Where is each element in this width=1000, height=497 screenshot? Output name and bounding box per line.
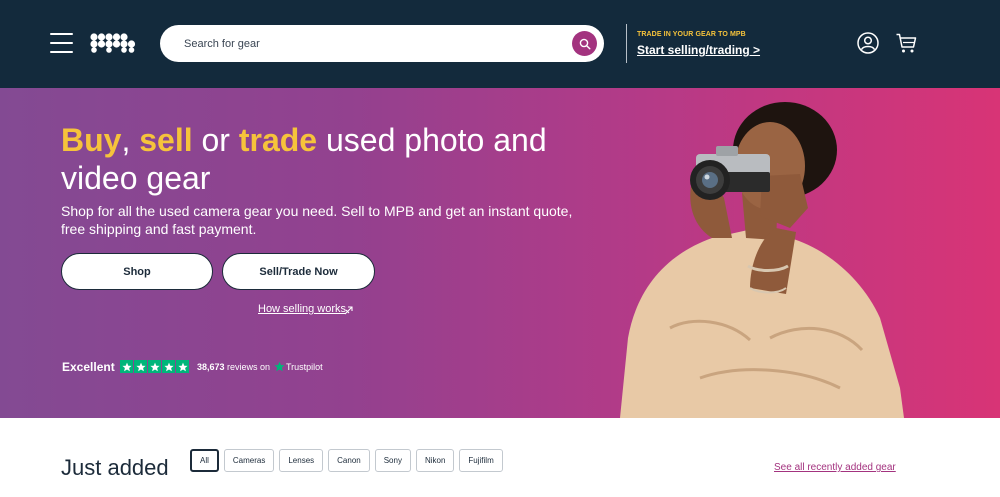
filter-canon[interactable]: Canon xyxy=(328,449,370,472)
header-divider xyxy=(626,24,627,63)
mpb-logo[interactable] xyxy=(90,33,138,53)
account-icon[interactable] xyxy=(857,32,879,54)
filter-nikon[interactable]: Nikon xyxy=(415,449,455,472)
star-icon xyxy=(134,360,147,373)
trustpilot-logo[interactable]: Trustpilot xyxy=(274,361,323,372)
search-input[interactable] xyxy=(184,25,564,62)
star-icon xyxy=(176,360,189,373)
site-header: TRADE IN YOUR GEAR TO MPB Start selling/… xyxy=(0,0,1000,88)
just-added-heading: Just added xyxy=(61,455,169,480)
filter-lenses[interactable]: Lenses xyxy=(279,449,324,472)
trustpilot-star-icon xyxy=(274,361,285,372)
search-button[interactable] xyxy=(572,31,597,56)
hero-photographer-image xyxy=(620,102,904,418)
star-icon xyxy=(120,360,133,373)
how-selling-works-link[interactable]: How selling works xyxy=(258,303,346,315)
star-icon xyxy=(162,360,175,373)
sell-trade-button[interactable]: Sell/Trade Now xyxy=(222,253,375,290)
filter-sony[interactable]: Sony xyxy=(374,449,411,472)
trustpilot-stars xyxy=(120,360,189,373)
trustpilot-rating-word: Excellent xyxy=(62,360,115,374)
external-link-icon xyxy=(344,306,353,315)
cart-icon[interactable] xyxy=(895,32,917,54)
search-bar xyxy=(160,25,604,62)
hero-subtitle: Shop for all the used camera gear you ne… xyxy=(61,203,573,237)
star-icon xyxy=(148,360,161,373)
search-icon xyxy=(579,38,591,50)
filter-cameras[interactable]: Cameras xyxy=(223,449,275,472)
trade-in-label: TRADE IN YOUR GEAR TO MPB xyxy=(637,31,746,38)
trustpilot-reviews: 38,673 reviews on xyxy=(197,362,271,372)
hero-banner: Buy, sell or trade used photo and video … xyxy=(0,88,1000,418)
just-added-filters: All Cameras Lenses Canon Sony Nikon Fuji… xyxy=(190,449,503,472)
menu-icon[interactable] xyxy=(50,33,73,53)
filter-fujifilm[interactable]: Fujifilm xyxy=(459,449,503,472)
hero-title: Buy, sell or trade used photo and video … xyxy=(61,122,547,196)
start-selling-link[interactable]: Start selling/trading > xyxy=(637,43,760,57)
filter-all[interactable]: All xyxy=(190,449,219,472)
see-all-recent-link[interactable]: See all recently added gear xyxy=(774,462,896,473)
shop-button[interactable]: Shop xyxy=(61,253,213,290)
